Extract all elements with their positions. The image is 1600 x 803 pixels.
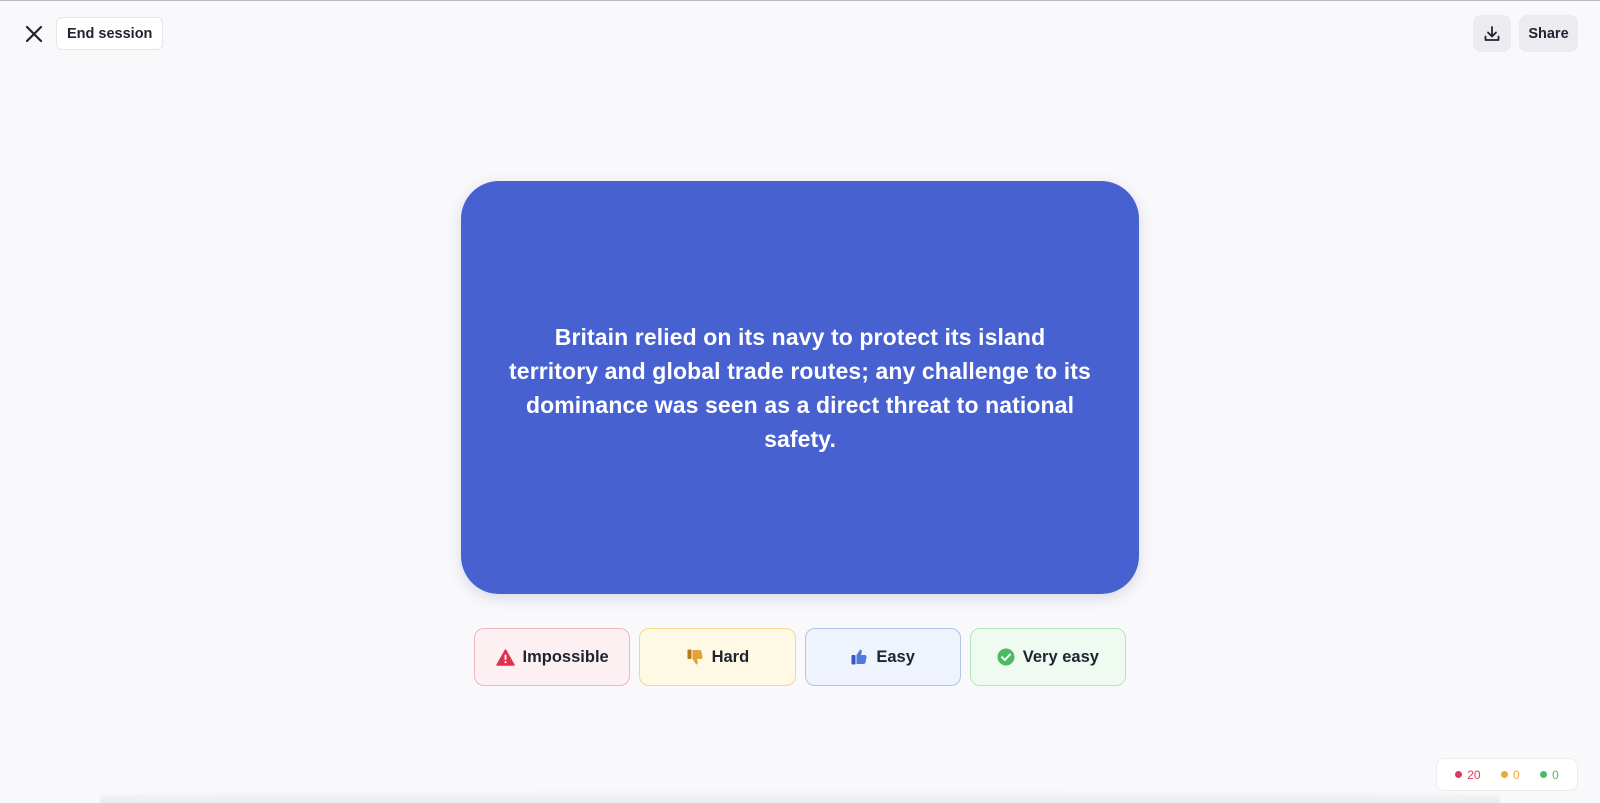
close-button[interactable] xyxy=(20,20,48,48)
counter-impossible-value: 20 xyxy=(1467,767,1481,782)
counter-hard: 0 xyxy=(1500,767,1520,782)
rating-buttons: Impossible Hard Easy Very easy xyxy=(474,628,1126,686)
check-circle-icon xyxy=(997,648,1015,666)
share-button[interactable]: Share xyxy=(1519,15,1578,52)
rate-impossible-label: Impossible xyxy=(522,647,609,666)
flashcard-text: Britain relied on its navy to protect it… xyxy=(509,323,1091,452)
rate-easy-label: Easy xyxy=(876,647,915,666)
counter-hard-value: 0 xyxy=(1512,767,1520,782)
flashcard-session-page: End session Share Britain relied on its … xyxy=(0,0,1600,803)
close-icon xyxy=(25,25,43,43)
download-button[interactable] xyxy=(1473,15,1511,52)
rate-hard-button[interactable]: Hard xyxy=(639,628,796,686)
orange-dot-icon xyxy=(1500,771,1508,778)
warning-icon xyxy=(495,648,515,666)
rate-easy-button[interactable]: Easy xyxy=(804,628,961,686)
thumbs-up-icon xyxy=(851,649,867,665)
flashcard[interactable]: Britain relied on its navy to protect it… xyxy=(461,181,1139,594)
thumbs-down-icon xyxy=(687,649,703,665)
counter-easy-value: 0 xyxy=(1552,767,1559,782)
bottom-shadow xyxy=(100,789,1500,803)
rate-very-easy-label: Very easy xyxy=(1022,647,1099,666)
rate-hard-label: Hard xyxy=(711,647,750,666)
green-dot-icon xyxy=(1540,771,1548,778)
counter-easy: 0 xyxy=(1540,768,1559,782)
counter-impossible: 20 xyxy=(1455,767,1481,782)
rate-impossible-button[interactable]: Impossible xyxy=(474,628,631,686)
progress-counters: 20 0 0 xyxy=(1436,758,1578,791)
red-dot-icon xyxy=(1455,771,1463,778)
rate-very-easy-button[interactable]: Very easy xyxy=(969,628,1126,686)
end-session-button[interactable]: End session xyxy=(56,17,164,50)
download-icon xyxy=(1484,25,1500,41)
